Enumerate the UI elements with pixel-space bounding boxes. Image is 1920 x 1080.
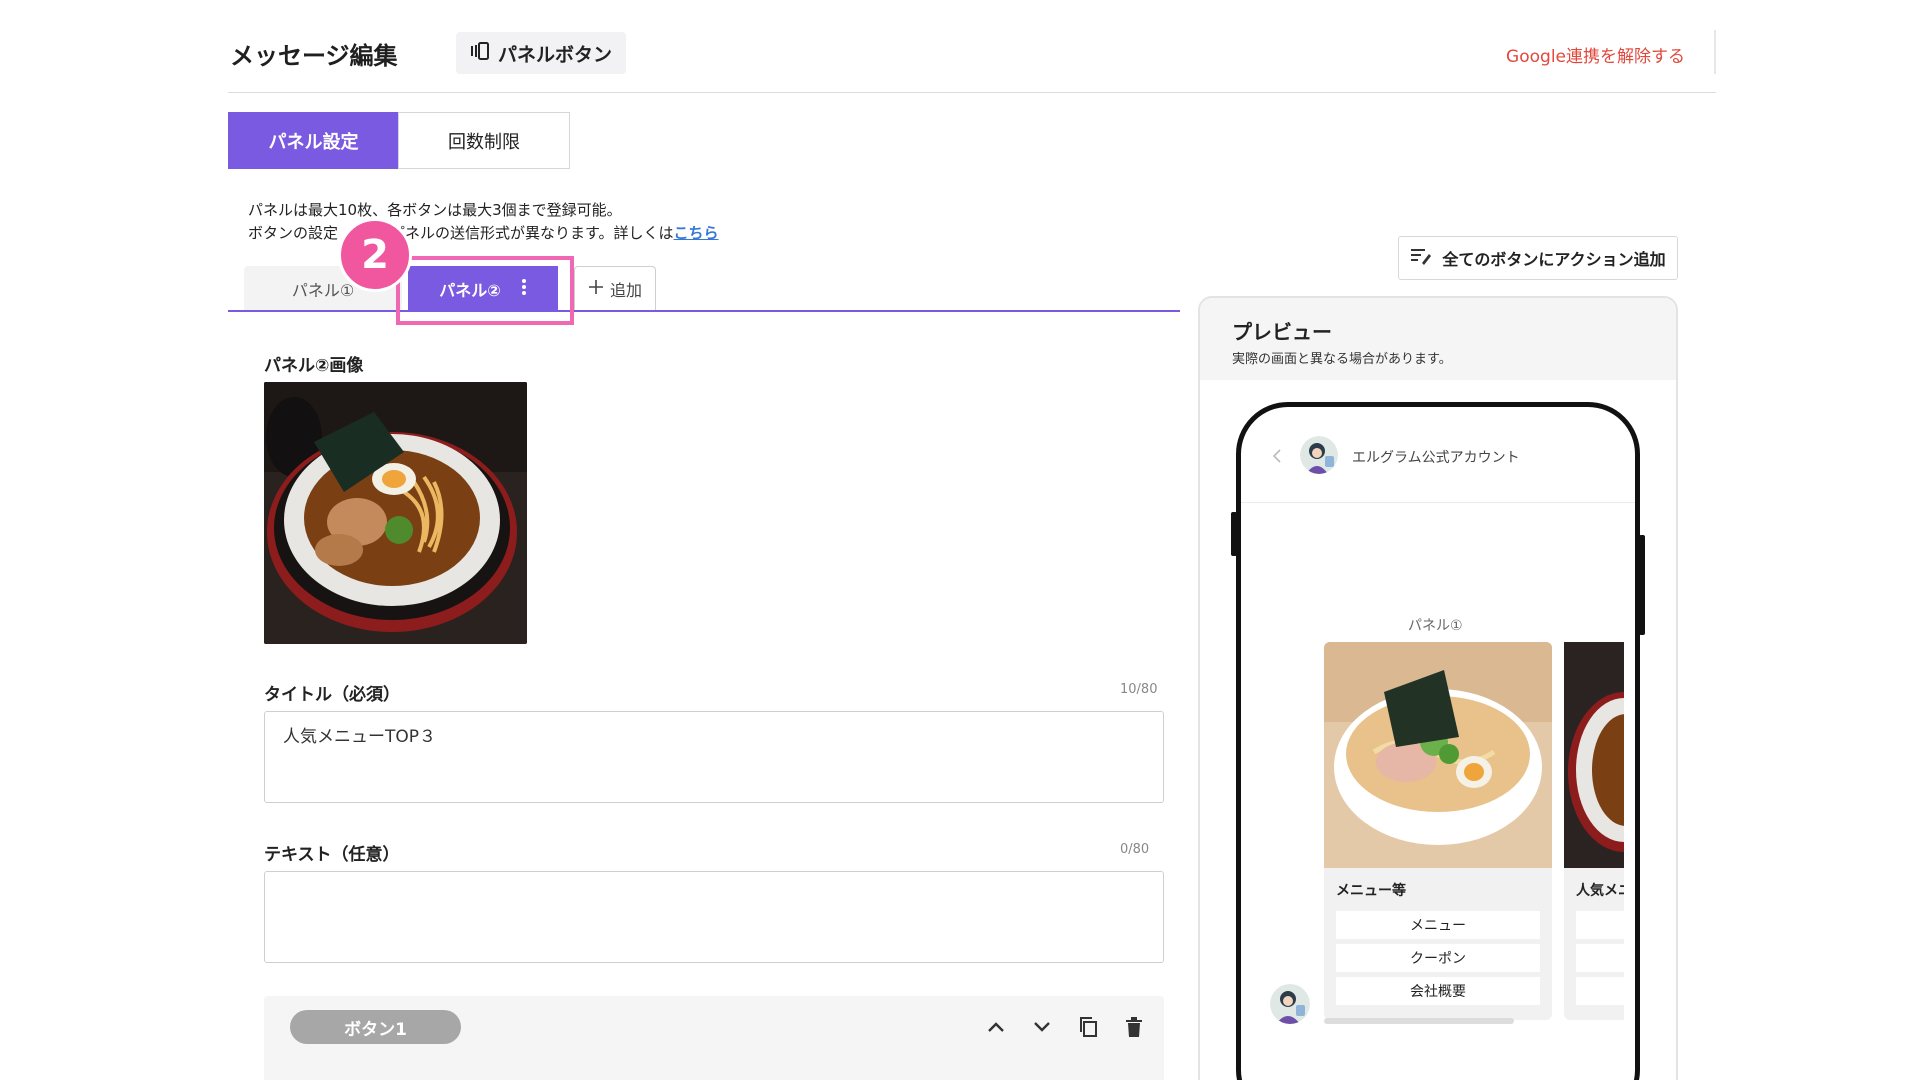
text-field[interactable]: [264, 871, 1164, 963]
phone-side-button: [1231, 512, 1237, 556]
move-up-icon[interactable]: [982, 1012, 1010, 1042]
info-text-prefix: ボタンの設定: [248, 224, 339, 242]
header-divider-line: [228, 92, 1716, 93]
button-1-tag: ボタン1: [290, 1010, 461, 1044]
carousel-panel-label: パネル①: [1408, 618, 1463, 634]
title-label: タイトル（必須）: [264, 685, 400, 705]
page-title: メッセージ編集: [230, 42, 398, 70]
preview-panel-title-2: 人気メニ: [1576, 883, 1624, 899]
phone-side-button: [1639, 535, 1645, 635]
google-unlink-link[interactable]: Google連携を解除する: [1506, 42, 1685, 67]
preview-button-coupon: クーポン: [1336, 944, 1540, 972]
action-list-icon: [1410, 246, 1432, 270]
back-chevron-icon: [1272, 448, 1282, 467]
preview-panel-image: [1324, 642, 1552, 868]
header-divider: [1714, 30, 1716, 74]
preview-button-2a: [1576, 911, 1624, 939]
title-field[interactable]: 人気メニューTOP３: [264, 711, 1164, 803]
text-label: テキスト（任意）: [264, 845, 400, 865]
preview-panel-image-2: [1564, 642, 1624, 868]
title-char-count: 10/80: [1120, 682, 1158, 697]
info-text-line1: パネルは最大10枚、各ボタンは最大3個まで登録可能。: [248, 201, 622, 219]
message-avatar: [1270, 984, 1310, 1024]
message-type-badge: パネルボタン: [456, 32, 627, 74]
preview-subtitle: 実際の画面と異なる場合があります。: [1232, 352, 1452, 367]
preview-button-menu: メニュー: [1336, 911, 1540, 939]
carousel-scrollbar[interactable]: [1324, 1018, 1514, 1024]
message-type-label: パネルボタン: [498, 43, 613, 66]
copy-icon[interactable]: [1074, 1012, 1102, 1042]
add-panel-button[interactable]: 追加: [574, 266, 656, 311]
account-avatar: [1300, 436, 1338, 474]
panel-image[interactable]: [264, 382, 527, 644]
panel-tabs-underline: [228, 310, 1180, 312]
add-panel-label: 追加: [609, 281, 642, 300]
add-action-to-all-buttons[interactable]: 全てのボタンにアクション追加: [1398, 236, 1678, 280]
step-number-badge: 2: [338, 218, 412, 292]
preview-title: プレビュー: [1232, 320, 1332, 344]
trash-icon[interactable]: [1120, 1012, 1148, 1042]
preview-button-company: 会社概要: [1336, 977, 1540, 1005]
details-link[interactable]: こちら: [674, 224, 719, 242]
tab-count-limit[interactable]: 回数制限: [398, 112, 570, 169]
account-name: エルグラム公式アカウント: [1352, 450, 1520, 466]
highlight-annotation: [396, 256, 574, 325]
info-text-middle: パネルの送信形式が異なります。詳しくは: [390, 224, 674, 242]
add-action-label: 全てのボタンにアクション追加: [1442, 250, 1666, 269]
text-char-count: 0/80: [1120, 842, 1150, 857]
image-label: パネル②画像: [264, 356, 364, 376]
info-text-line2: ボタンの設定 パネルの送信形式が異なります。詳しくはこちら: [248, 222, 719, 243]
preview-button-2c: [1576, 977, 1624, 1005]
panel-carousel-icon: [470, 41, 490, 66]
chat-header-divider: [1241, 502, 1635, 503]
preview-button-2b: [1576, 944, 1624, 972]
plus-icon: [588, 279, 604, 299]
move-down-icon[interactable]: [1028, 1012, 1056, 1042]
preview-panel-title: メニュー等: [1336, 883, 1406, 899]
tab-panel-settings[interactable]: パネル設定: [228, 112, 399, 169]
